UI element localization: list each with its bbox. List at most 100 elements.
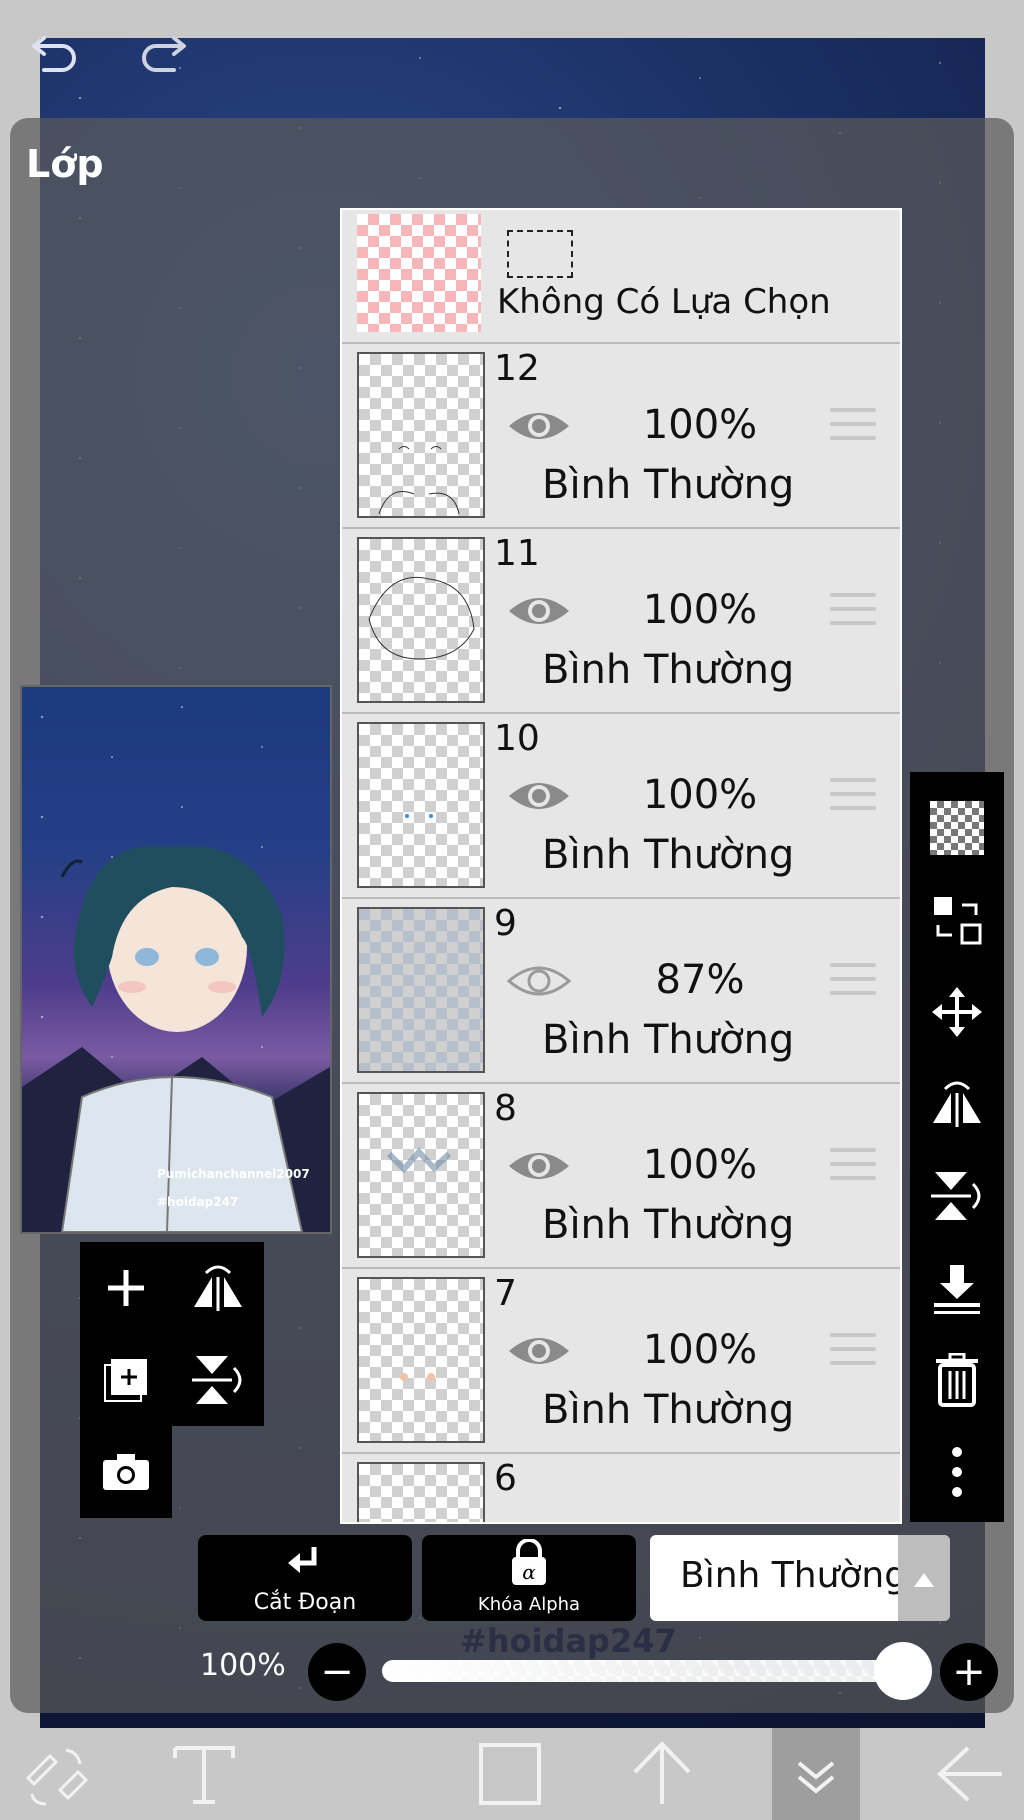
opacity-increase-button[interactable]: +	[940, 1643, 998, 1701]
transparency-icon	[930, 801, 984, 855]
alpha-lock-label: Khóa Alpha	[477, 1594, 581, 1615]
layer-opacity: 100%	[642, 587, 758, 633]
layer-opacity: 100%	[642, 402, 758, 448]
canvas-hashtag-text: #hoidap247	[460, 1622, 677, 1660]
eye-icon[interactable]	[507, 406, 571, 446]
layer-thumbnail	[357, 537, 485, 703]
brush-eraser-swap-button[interactable]	[6, 1728, 106, 1820]
brush-eraser-swap-icon	[25, 1748, 89, 1806]
eye-icon[interactable]	[507, 1146, 571, 1186]
back-button[interactable]	[920, 1728, 1020, 1820]
transparency-button[interactable]	[910, 782, 1004, 874]
move-layer-button[interactable]	[910, 966, 1004, 1058]
trash-icon	[936, 1353, 978, 1407]
selection-label: Không Có Lựa Chọn	[497, 282, 831, 322]
layer-row-10[interactable]: 10 100% Bình Thường	[342, 714, 900, 899]
layer-opacity: 100%	[642, 1142, 758, 1188]
camera-icon	[103, 1454, 149, 1490]
merge-down-button[interactable]	[910, 1242, 1004, 1334]
eye-icon[interactable]	[507, 776, 571, 816]
drag-handle-icon[interactable]	[830, 1333, 876, 1371]
layer-row-8[interactable]: 8 100% Bình Thường	[342, 1084, 900, 1269]
alpha-lock-icon: α	[512, 1539, 546, 1585]
flip-horizontal-icon	[933, 1081, 981, 1127]
layer-number: 6	[494, 1458, 517, 1499]
chevron-up-icon	[914, 1573, 934, 1587]
layer-side-toolbar	[910, 772, 1004, 1522]
color-square-icon	[479, 1743, 541, 1805]
move-icon	[932, 987, 982, 1037]
layer-row-11[interactable]: 11 100% Bình Thường	[342, 529, 900, 714]
layer-row-7[interactable]: 7 100% Bình Thường	[342, 1269, 900, 1454]
layer-row-12[interactable]: 12 100% Bình Thường	[342, 344, 900, 529]
flip-vertical-button[interactable]	[910, 1150, 1004, 1242]
flip-vertical-icon	[192, 1356, 242, 1404]
minus-icon: −	[320, 1649, 354, 1695]
clipping-label: Cắt Đoạn	[253, 1590, 357, 1615]
layer-blend-mode: Bình Thường	[542, 647, 795, 693]
layer-opacity: 100%	[642, 772, 758, 818]
layer-row-9[interactable]: 9 87% Bình Thường	[342, 899, 900, 1084]
upload-button[interactable]	[612, 1728, 712, 1820]
layer-thumbnail	[357, 1462, 485, 1522]
swap-layers-button[interactable]	[910, 874, 1004, 966]
flip-layer-vertical-button[interactable]	[172, 1334, 264, 1426]
eye-hidden-icon[interactable]	[507, 961, 571, 1001]
eye-icon[interactable]	[507, 1331, 571, 1371]
redo-icon[interactable]	[138, 28, 188, 74]
color-button[interactable]	[460, 1728, 560, 1820]
drag-handle-icon[interactable]	[830, 1148, 876, 1186]
layer-opacity: 100%	[642, 1327, 758, 1373]
layers-collapse-icon	[797, 1761, 835, 1794]
drag-handle-icon[interactable]	[830, 778, 876, 816]
undo-icon[interactable]	[30, 28, 80, 74]
add-layer-copy-icon	[104, 1359, 147, 1402]
clipping-button[interactable]: Cắt Đoạn	[198, 1535, 412, 1621]
opacity-slider[interactable]	[382, 1660, 902, 1682]
flip-horizontal-icon	[194, 1265, 242, 1311]
layer-number: 9	[494, 903, 517, 944]
preview-caption-watermark: Pumichanchannel2007	[157, 1167, 310, 1181]
layers-toggle-button[interactable]	[772, 1728, 860, 1820]
selection-layer-row[interactable]: Không Có Lựa Chọn	[342, 210, 900, 344]
flip-horizontal-button[interactable]	[910, 1058, 1004, 1150]
drag-handle-icon[interactable]	[830, 408, 876, 446]
layer-blend-mode: Bình Thường	[542, 1017, 795, 1063]
text-tool-button[interactable]	[154, 1728, 254, 1820]
preview-caption-hashtag: #hoidap247	[157, 1195, 239, 1209]
blend-mode-dropdown[interactable]	[898, 1535, 950, 1621]
layer-blend-mode: Bình Thường	[542, 1202, 795, 1248]
layer-thumbnail	[357, 1277, 485, 1443]
delete-layer-button[interactable]	[910, 1334, 1004, 1426]
more-icon	[952, 1447, 962, 1497]
flip-layer-horizontal-button[interactable]	[172, 1242, 264, 1334]
merge-down-icon	[934, 1265, 980, 1314]
alpha-lock-button[interactable]: α Khóa Alpha	[422, 1535, 636, 1621]
drag-handle-icon[interactable]	[830, 593, 876, 631]
drag-handle-icon[interactable]	[830, 963, 876, 1001]
selection-thumbnail	[357, 214, 481, 332]
add-layer-button[interactable]	[80, 1242, 172, 1334]
layer-action-tools	[80, 1242, 266, 1520]
duplicate-layer-button[interactable]	[80, 1334, 172, 1426]
eye-icon[interactable]	[507, 591, 571, 631]
import-photo-button[interactable]	[80, 1426, 172, 1518]
clip-arrow-icon	[288, 1547, 317, 1573]
layer-row-6[interactable]: 6	[342, 1454, 900, 1522]
layer-thumbnail	[357, 352, 485, 518]
opacity-decrease-button[interactable]: −	[308, 1643, 366, 1701]
layer-blend-mode: Bình Thường	[542, 1387, 795, 1433]
plus-icon: +	[952, 1649, 986, 1695]
layer-thumbnail	[357, 907, 485, 1073]
opacity-slider-knob[interactable]	[874, 1642, 932, 1700]
flip-vertical-icon	[931, 1172, 981, 1220]
arrow-up-icon	[633, 1741, 691, 1804]
opacity-value: 100%	[200, 1648, 286, 1683]
layer-list[interactable]: Không Có Lựa Chọn 12 100% Bình Thường 11…	[340, 208, 902, 1524]
canvas-preview: Pumichanchannel2007 #hoidap247	[20, 685, 332, 1234]
layer-blend-mode: Bình Thường	[542, 462, 795, 508]
add-layer-icon	[108, 1270, 144, 1306]
text-tool-icon	[173, 1746, 235, 1804]
more-options-button[interactable]	[910, 1426, 1004, 1518]
blend-mode-select[interactable]: Bình Thường	[650, 1535, 950, 1621]
